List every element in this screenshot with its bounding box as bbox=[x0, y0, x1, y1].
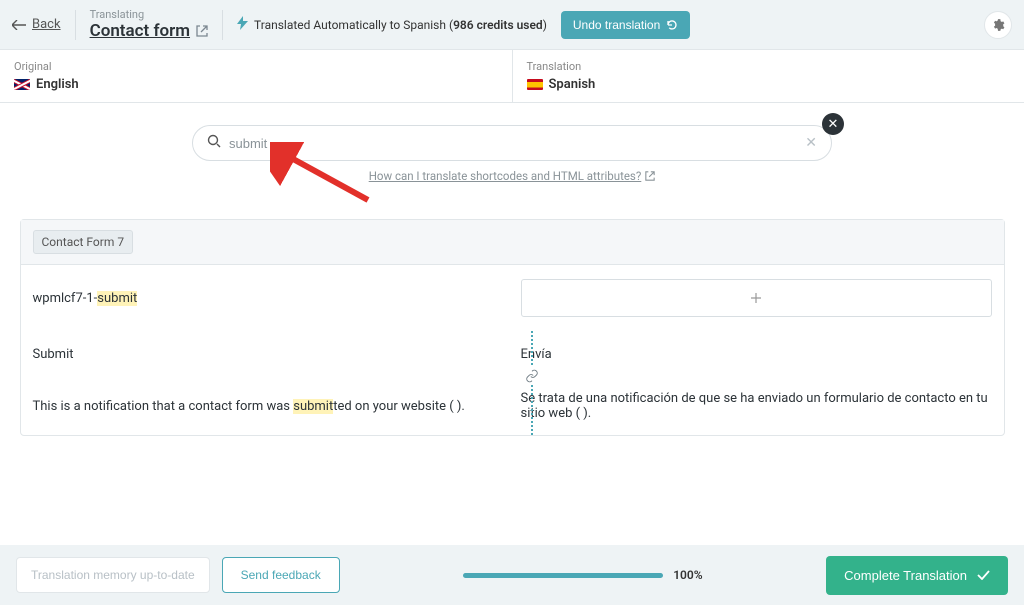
table-row[interactable]: Submit Envía bbox=[21, 331, 1004, 377]
check-icon bbox=[977, 570, 990, 580]
source-text: wpmlcf7-1-submit bbox=[33, 291, 521, 306]
source-text: Submit bbox=[33, 347, 521, 362]
search-container: ✕ ✕ How can I translate shortcodes and H… bbox=[192, 125, 832, 183]
translation-cell[interactable]: Se trata de una notificación de que se h… bbox=[521, 391, 992, 421]
undo-translation-button[interactable]: Undo translation bbox=[561, 11, 690, 39]
uk-flag-icon bbox=[14, 79, 30, 90]
link-icon[interactable] bbox=[523, 367, 541, 385]
back-label: Back bbox=[32, 17, 61, 32]
top-bar: Back Translating Contact form Translated… bbox=[0, 0, 1024, 50]
footer-bar: Translation memory up-to-date Send feedb… bbox=[0, 545, 1024, 605]
search-input[interactable] bbox=[229, 136, 797, 151]
divider bbox=[222, 10, 223, 40]
table-row[interactable]: wpmlcf7-1-submit bbox=[21, 265, 1004, 331]
add-translation-button[interactable] bbox=[521, 279, 992, 317]
send-feedback-button[interactable]: Send feedback bbox=[222, 557, 340, 593]
progress-text: 100% bbox=[673, 568, 702, 582]
page-title[interactable]: Contact form bbox=[90, 21, 208, 41]
settings-button[interactable] bbox=[984, 11, 1012, 39]
translation-language: Translation Spanish bbox=[512, 50, 1024, 102]
auto-translate-status: Translated Automatically to Spanish (986… bbox=[237, 16, 547, 34]
external-link-icon bbox=[196, 25, 208, 37]
translation-memory-button: Translation memory up-to-date bbox=[16, 557, 210, 593]
group-chip: Contact Form 7 bbox=[33, 230, 134, 254]
link-line bbox=[531, 377, 533, 435]
arrow-left-icon bbox=[12, 20, 26, 30]
close-search-badge[interactable]: ✕ bbox=[822, 113, 844, 135]
search-icon bbox=[207, 134, 221, 152]
page-title-block: Translating Contact form bbox=[90, 8, 208, 42]
divider bbox=[75, 10, 76, 40]
external-link-icon bbox=[645, 171, 655, 181]
progress-bar bbox=[463, 573, 663, 578]
clear-search-inline[interactable]: ✕ bbox=[805, 135, 817, 151]
translation-cell[interactable] bbox=[521, 279, 992, 317]
back-button[interactable]: Back bbox=[12, 17, 61, 32]
complete-translation-button[interactable]: Complete Translation bbox=[826, 556, 1008, 595]
translation-card: Contact Form 7 wpmlcf7-1-submit Submit E… bbox=[20, 219, 1005, 436]
group-header: Contact Form 7 bbox=[21, 220, 1004, 265]
bolt-icon bbox=[237, 16, 248, 34]
translation-cell[interactable]: Envía bbox=[521, 347, 992, 362]
gear-icon bbox=[991, 18, 1005, 32]
translating-label: Translating bbox=[90, 8, 208, 21]
table-row[interactable]: This is a notification that a contact fo… bbox=[21, 377, 1004, 435]
original-language: Original English bbox=[0, 50, 512, 102]
plus-icon bbox=[750, 292, 762, 304]
progress: 100% bbox=[352, 568, 814, 582]
undo-icon bbox=[666, 19, 678, 31]
help-link[interactable]: How can I translate shortcodes and HTML … bbox=[192, 169, 832, 183]
spain-flag-icon bbox=[527, 79, 543, 90]
search-box[interactable]: ✕ bbox=[192, 125, 832, 161]
source-text: This is a notification that a contact fo… bbox=[33, 399, 521, 414]
language-row: Original English Translation Spanish bbox=[0, 50, 1024, 103]
